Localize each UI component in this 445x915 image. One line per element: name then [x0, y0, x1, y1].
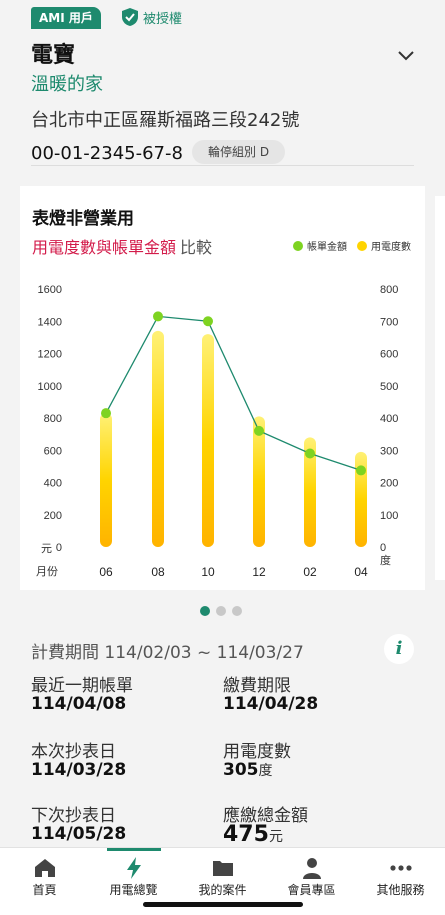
y-right-tick: 400: [380, 413, 398, 425]
meter-read-value: 114/03/28: [31, 760, 127, 780]
next-read-value: 114/05/28: [31, 824, 127, 844]
chevron-down-icon[interactable]: [395, 44, 417, 66]
total-amount-value: 475元: [223, 822, 283, 847]
usage-bar: [100, 413, 112, 547]
service-address: 台北市中正區羅斯福路三段242號: [31, 110, 300, 131]
bill-amount-line: [105, 315, 362, 472]
y-right-tick: 500: [380, 381, 398, 393]
usage-unit: 度: [258, 763, 273, 779]
y-left-tick: 400: [44, 478, 62, 490]
y-right-tick: 200: [380, 478, 398, 490]
pager-dot-3[interactable]: [232, 606, 242, 616]
bill-amount-point: [356, 465, 366, 476]
tab-other-label: 其他服務: [376, 883, 425, 897]
y-left-tick: 600: [44, 445, 62, 457]
tab-home[interactable]: 首頁: [0, 848, 89, 915]
x-tick-label: 02: [303, 565, 317, 579]
recent-bill-value: 114/04/08: [31, 694, 127, 714]
ami-user-badge: AMI 用戶: [31, 7, 101, 29]
usage-number: 305: [223, 760, 259, 780]
usage-label: 用電度數: [223, 742, 291, 762]
x-tick-label: 06: [99, 565, 113, 579]
y-left-tick: 1600: [38, 284, 62, 296]
usage-bar: [152, 330, 164, 547]
bill-amount-point: [101, 408, 111, 419]
billing-period: 計費期間 114/02/03 ~ 114/03/27: [31, 643, 304, 663]
person-icon: [303, 858, 321, 879]
pager-dot-1[interactable]: [200, 606, 210, 616]
y-right-tick: 600: [380, 349, 398, 361]
folder-icon: [213, 861, 233, 876]
due-date-label: 繳費期限: [223, 676, 291, 696]
bill-amount-point: [203, 316, 213, 327]
bill-amount-point: [254, 425, 264, 436]
y-right-tick: 0: [380, 542, 386, 554]
y-left-tick: 1400: [38, 316, 62, 328]
tab-usage-label: 用電總覽: [109, 883, 158, 897]
total-amount-unit: 元: [268, 829, 283, 845]
header-divider: [31, 165, 414, 166]
y-left-tick: 800: [44, 413, 62, 425]
account-title: 電寶: [31, 43, 76, 68]
y-left-tick: 200: [44, 510, 62, 522]
y-left-tick: 0: [56, 542, 62, 554]
y-right-unit: 度: [380, 553, 391, 567]
tab-member-label: 會員專區: [287, 883, 336, 897]
pager-dot-2[interactable]: [216, 606, 226, 616]
usage-bar: [202, 334, 214, 547]
usage-value: 305度: [223, 760, 273, 780]
authorized-label: 被授權: [143, 12, 183, 27]
home-indicator: [143, 902, 303, 907]
y-right-tick: 100: [380, 510, 398, 522]
bolt-icon: [127, 857, 141, 879]
tab-cases-label: 我的案件: [198, 883, 247, 897]
total-amount-number: 475: [223, 822, 269, 847]
next-read-label: 下次抄表日: [31, 806, 116, 826]
account-nickname: 溫暖的家: [31, 74, 103, 95]
y-left-tick: 1200: [38, 349, 62, 361]
rotation-group-badge: 輪停組別 D: [192, 140, 286, 164]
x-tick-label: 12: [252, 565, 266, 579]
y-right-tick: 700: [380, 316, 398, 328]
x-tick-label: 08: [151, 565, 165, 579]
info-button[interactable]: i: [384, 634, 414, 664]
next-card-peek: [435, 196, 445, 580]
tab-other-services[interactable]: 其他服務: [356, 848, 445, 915]
y-left-tick: 1000: [38, 381, 62, 393]
tab-home-label: 首頁: [32, 883, 57, 897]
recent-bill-label: 最近一期帳單: [31, 676, 133, 696]
x-tick-label: 04: [354, 565, 368, 579]
x-tick-label: 10: [201, 565, 215, 579]
y-left-unit: 元: [41, 543, 52, 555]
y-right-tick: 300: [380, 445, 398, 457]
bill-amount-point: [305, 448, 315, 459]
x-axis-label: 月份: [36, 565, 58, 578]
carousel-pager[interactable]: [200, 606, 242, 616]
account-header: AMI 用戶 被授權 電寶 溫暖的家 台北市中正區羅斯福路三段242號 00-0…: [0, 0, 445, 170]
more-icon: [390, 865, 412, 871]
shield-check-icon: [122, 8, 138, 26]
bill-amount-point: [153, 311, 163, 322]
account-number: 00-01-2345-67-8: [31, 143, 183, 164]
due-date-value: 114/04/28: [223, 694, 319, 714]
active-tab-indicator: [107, 848, 161, 851]
usage-bill-chart: 0 200 400 600 800 1000 1200 1400 1600 0 100 200 300 4…: [36, 284, 398, 579]
y-right-tick: 800: [380, 284, 398, 296]
usage-chart-card[interactable]: 表燈非營業用 用電度數與帳單金額 比較 帳單金額 用電度數 0 200 400 600…: [20, 186, 425, 590]
home-icon: [35, 859, 55, 877]
meter-read-label: 本次抄表日: [31, 742, 116, 762]
usage-bar: [253, 416, 265, 547]
